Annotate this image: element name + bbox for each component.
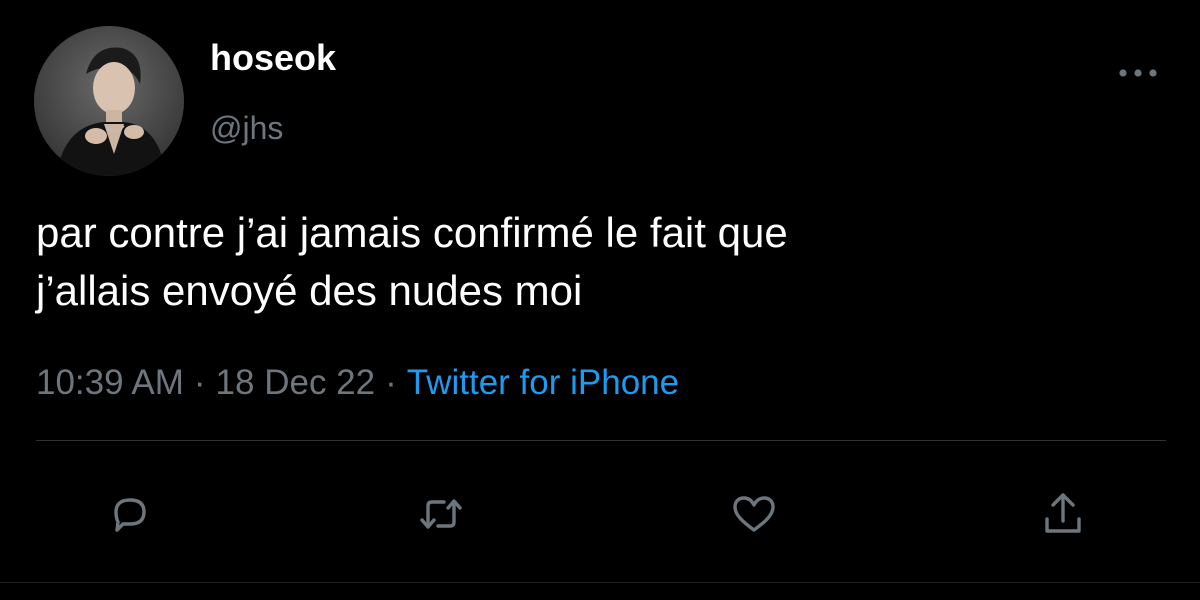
avatar[interactable] — [34, 26, 184, 176]
meta-separator: · — [193, 363, 206, 402]
tweet-text: par contre j’ai jamais confirmé le fait … — [36, 204, 1156, 320]
user-handle[interactable]: @jhs — [210, 108, 283, 148]
reply-bubble-icon — [114, 498, 146, 532]
more-options-button[interactable] — [1112, 58, 1164, 88]
retweet-arrows-icon — [420, 499, 462, 529]
like-button[interactable] — [726, 486, 782, 542]
tweet-metadata: 10:39 AM · 18 Dec 22 · Twitter for iPhone — [36, 360, 679, 406]
tweet-text-line: j’allais envoyé des nudes moi — [36, 267, 583, 314]
display-name[interactable]: hoseok — [210, 36, 336, 80]
divider — [0, 582, 1200, 583]
share-button[interactable] — [1035, 486, 1091, 542]
heart-icon — [733, 496, 775, 532]
tweet-source-link[interactable]: Twitter for iPhone — [407, 363, 679, 402]
divider — [36, 440, 1166, 441]
share-upload-icon — [1045, 493, 1081, 533]
reply-button[interactable] — [102, 486, 158, 542]
meta-separator: · — [385, 363, 397, 402]
retweet-button[interactable] — [413, 486, 469, 542]
tweet-date[interactable]: 18 Dec 22 — [216, 363, 376, 402]
tweet-text-line: par contre j’ai jamais confirmé le fait … — [36, 209, 788, 256]
more-horizontal-icon — [1119, 69, 1157, 77]
tweet-time[interactable]: 10:39 AM — [36, 363, 184, 402]
avatar-image — [34, 26, 184, 176]
tweet-detail: hoseok @jhs par contre j’ai jamais confi… — [0, 0, 1200, 600]
